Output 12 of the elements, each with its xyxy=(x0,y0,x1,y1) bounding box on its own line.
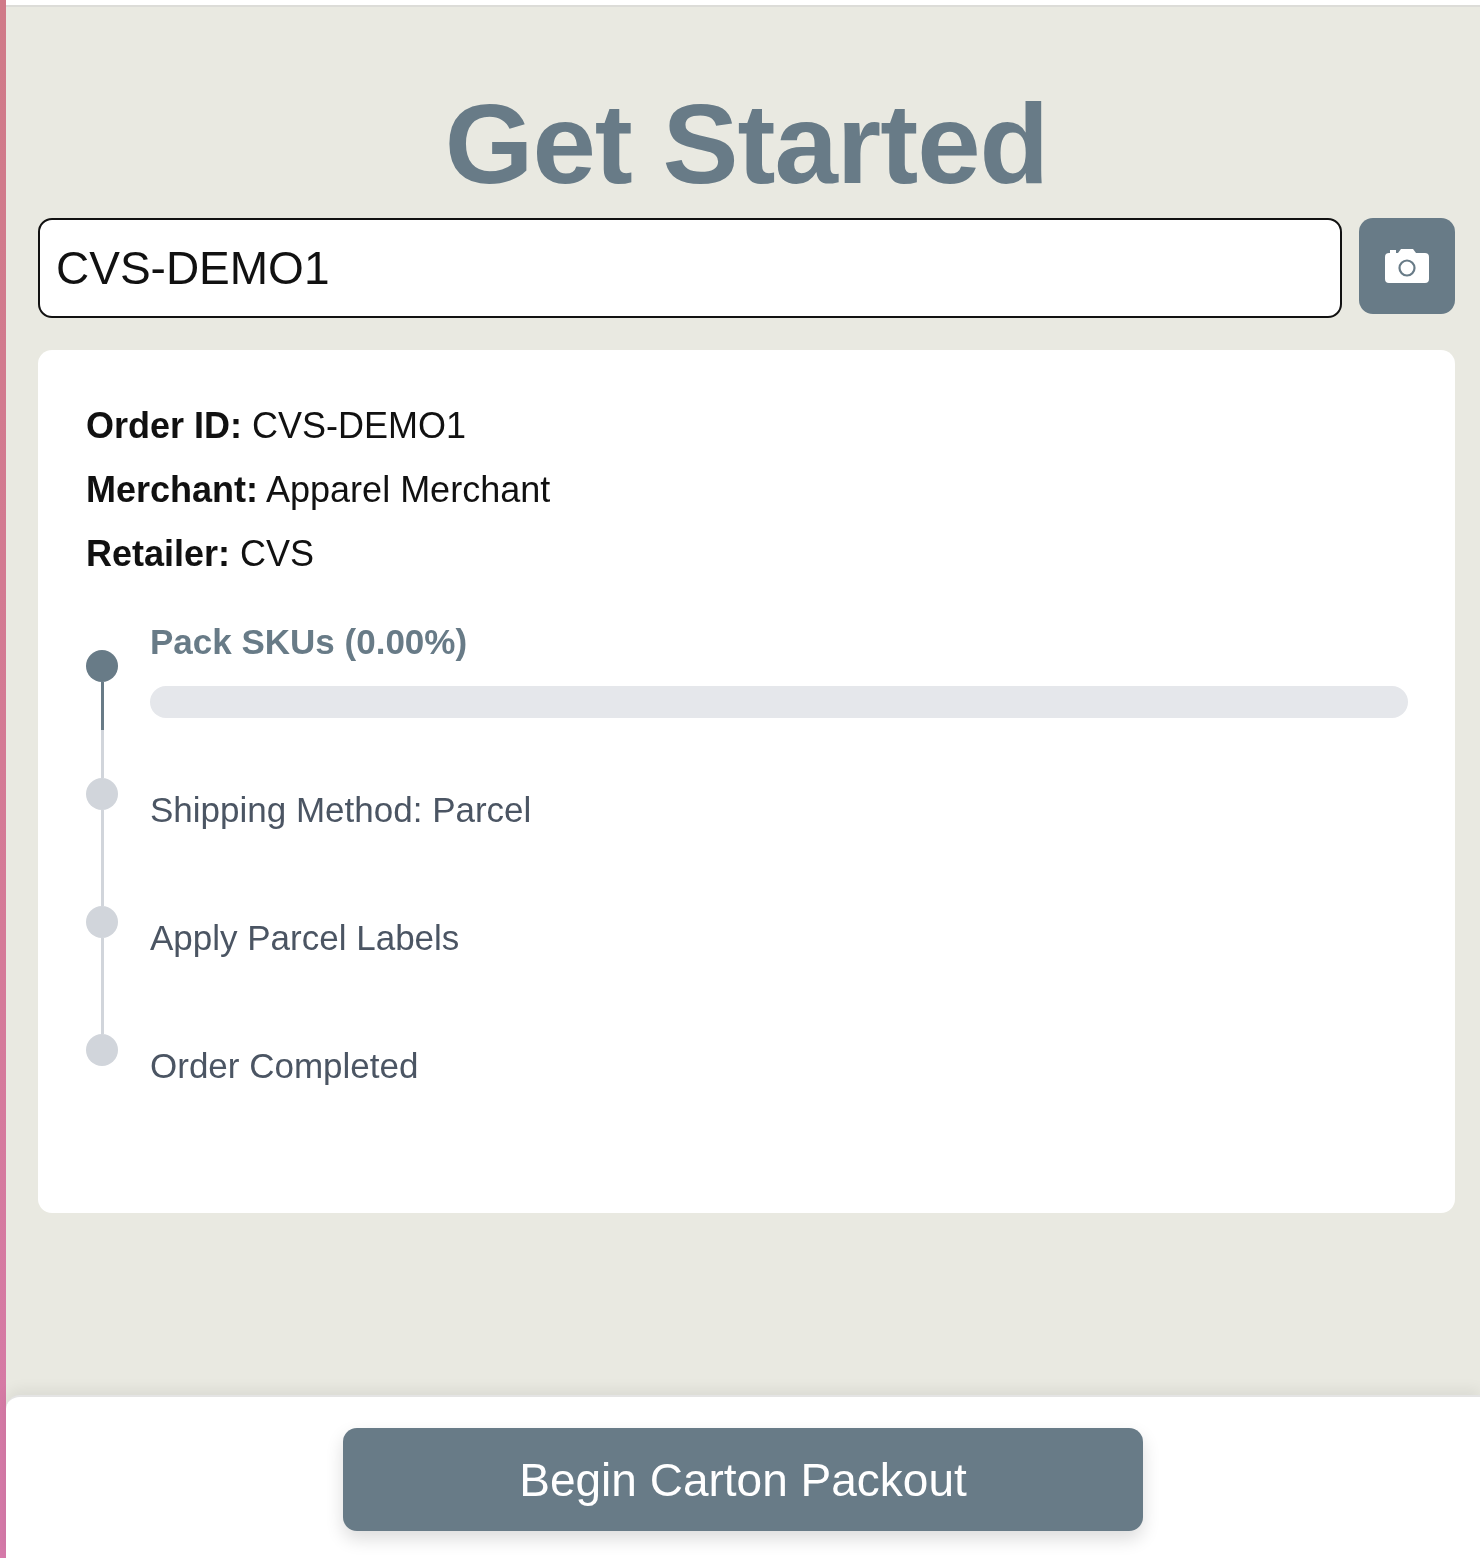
camera-button[interactable] xyxy=(1359,218,1455,314)
step-label: Shipping Method: Parcel xyxy=(150,790,532,830)
step-label: Order Completed xyxy=(150,1046,419,1086)
step-label: Apply Parcel Labels xyxy=(150,918,460,958)
begin-packout-button[interactable]: Begin Carton Packout xyxy=(343,1428,1143,1531)
camera-icon xyxy=(1385,249,1429,283)
page-title: Get Started xyxy=(443,88,1050,200)
order-detail-text: Retailer: CVS xyxy=(86,534,315,574)
order-detail-text: Merchant: Apparel Merchant xyxy=(86,470,551,510)
order-id-input[interactable]: CVS-DEMO1 xyxy=(38,218,1342,318)
order-detail-text: Order ID: CVS-DEMO1 xyxy=(86,406,467,446)
step-label: Pack SKUs (0.00%) xyxy=(150,622,468,662)
